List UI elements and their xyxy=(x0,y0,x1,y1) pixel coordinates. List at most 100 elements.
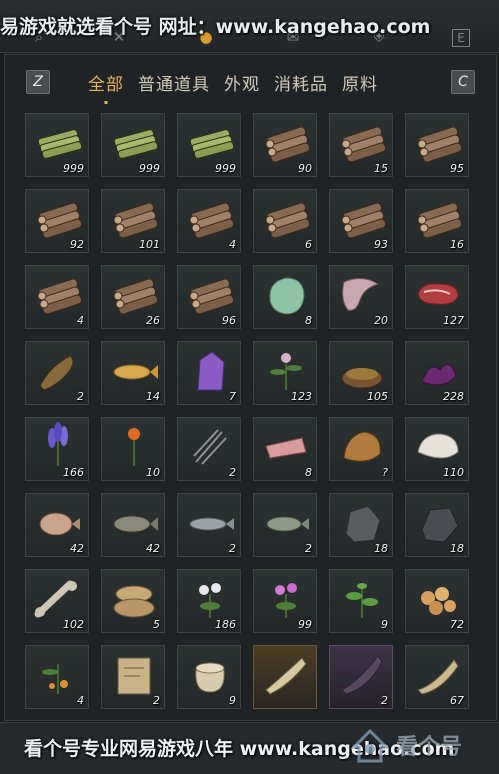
inventory-slot[interactable]: 2 xyxy=(25,341,89,405)
perch-icon xyxy=(266,516,309,532)
pink-flower-icon xyxy=(275,583,297,618)
inventory-slot[interactable]: 228 xyxy=(405,341,469,405)
tab-materials[interactable]: 原料 xyxy=(342,70,378,96)
prev-tab-key[interactable]: Z xyxy=(26,70,50,94)
inventory-slot[interactable]: 16 xyxy=(405,189,469,253)
tab-all[interactable]: 全部 xyxy=(88,70,124,96)
spotted-fish-icon xyxy=(113,515,158,533)
tab-common-items[interactable]: 普通道具 xyxy=(138,70,210,96)
item-quantity: 7 xyxy=(229,390,236,403)
inventory-slot[interactable]: 186 xyxy=(177,569,241,633)
amethyst-crystal-icon xyxy=(197,351,225,391)
item-quantity: 110 xyxy=(443,466,464,479)
inventory-slot[interactable]: 18 xyxy=(405,493,469,557)
inventory-slot[interactable]: 26 xyxy=(101,265,165,329)
inventory-slot[interactable]: 9 xyxy=(177,645,241,709)
inventory-slot[interactable]: 8 xyxy=(253,417,317,481)
lavender-icon xyxy=(48,422,68,466)
item-quantity: 999 xyxy=(63,162,84,175)
bamboo-bundle-icon xyxy=(113,129,159,159)
inventory-slot[interactable]: 67 xyxy=(405,645,469,709)
inventory-slot[interactable]: 72 xyxy=(405,569,469,633)
item-quantity: 9 xyxy=(229,694,236,707)
item-quantity: 228 xyxy=(443,390,464,403)
item-quantity: 166 xyxy=(63,466,84,479)
item-quantity: 5 xyxy=(153,618,160,631)
log-pile-icon xyxy=(189,278,235,315)
inventory-slot[interactable]: 4 xyxy=(177,189,241,253)
item-quantity: 105 xyxy=(367,390,388,403)
item-quantity: 102 xyxy=(63,618,84,631)
purple-petals-icon xyxy=(421,363,457,386)
log-pile-icon xyxy=(37,278,83,315)
inventory-slot[interactable]: 101 xyxy=(101,189,165,253)
inventory-slot[interactable]: 999 xyxy=(177,113,241,177)
inventory-slot[interactable]: 42 xyxy=(25,493,89,557)
inventory-slot[interactable]: 10 xyxy=(101,417,165,481)
inventory-slot[interactable]: 92 xyxy=(25,189,89,253)
item-grid: 999 999 999 90 15 95 92 101 4 6 93 16 4 26 96 8 20 127 2 14… xyxy=(25,113,469,709)
inventory-slot[interactable]: 95 xyxy=(405,113,469,177)
gray-fish-icon xyxy=(189,517,234,531)
inventory-slot[interactable] xyxy=(253,645,317,709)
white-flower-icon xyxy=(199,583,221,618)
item-quantity: 186 xyxy=(215,618,236,631)
inventory-slot[interactable]: 14 xyxy=(101,341,165,405)
item-quantity: 2 xyxy=(381,694,388,707)
item-quantity: 18 xyxy=(374,542,388,555)
inventory-slot[interactable]: 166 xyxy=(25,417,89,481)
herb-flower-icon xyxy=(270,353,302,390)
inventory-slot[interactable]: 42 xyxy=(101,493,165,557)
inventory-slot[interactable]: 2 xyxy=(329,645,393,709)
item-quantity: ? xyxy=(382,466,388,479)
item-quantity: 101 xyxy=(139,238,160,251)
inventory-slot[interactable]: 2 xyxy=(177,417,241,481)
inventory-slot[interactable]: 93 xyxy=(329,189,393,253)
inventory-slot[interactable]: 96 xyxy=(177,265,241,329)
inventory-slot[interactable]: 6 xyxy=(253,189,317,253)
brass-horn-icon xyxy=(417,659,459,695)
inventory-slot[interactable]: 18 xyxy=(329,493,393,557)
tab-appearance[interactable]: 外观 xyxy=(224,70,260,96)
white-fur-icon xyxy=(417,433,459,459)
inventory-slot[interactable]: 9 xyxy=(329,569,393,633)
inventory-slot[interactable]: 999 xyxy=(101,113,165,177)
item-quantity: 96 xyxy=(222,314,236,327)
inventory-slot[interactable]: 15 xyxy=(329,113,393,177)
inventory-slot[interactable]: 127 xyxy=(405,265,469,329)
inventory-slot[interactable]: 2 xyxy=(253,493,317,557)
log-pile-icon xyxy=(341,126,387,163)
item-quantity: 999 xyxy=(215,162,236,175)
bamboo-bundle-icon xyxy=(189,129,235,159)
inventory-slot[interactable]: 123 xyxy=(253,341,317,405)
inventory-slot[interactable]: 5 xyxy=(101,569,165,633)
amber-nuggets-icon xyxy=(421,587,456,615)
inventory-slot[interactable]: 4 xyxy=(25,265,89,329)
inventory-slot[interactable]: 102 xyxy=(25,569,89,633)
inventory-slot[interactable]: 999 xyxy=(25,113,89,177)
bone-icon xyxy=(34,580,77,618)
tab-consumables[interactable]: 消耗品 xyxy=(274,70,328,96)
inventory-slot[interactable]: 90 xyxy=(253,113,317,177)
item-quantity: 2 xyxy=(229,542,236,555)
inventory-slot[interactable]: 7 xyxy=(177,341,241,405)
inventory-slot[interactable]: 20 xyxy=(329,265,393,329)
brown-fur-icon xyxy=(343,431,381,462)
inventory-slot[interactable]: 2 xyxy=(101,645,165,709)
parchment-scroll-icon xyxy=(117,657,151,695)
item-quantity: 15 xyxy=(374,162,388,175)
orange-fruit-plant-icon xyxy=(42,664,68,694)
inventory-slot[interactable]: 4 xyxy=(25,645,89,709)
inventory-slot[interactable]: 99 xyxy=(253,569,317,633)
inventory-slot[interactable]: 105 xyxy=(329,341,393,405)
inventory-slot[interactable]: ? xyxy=(329,417,393,481)
inventory-slot[interactable]: 110 xyxy=(405,417,469,481)
inventory-slot[interactable]: 2 xyxy=(177,493,241,557)
raw-fillet-icon xyxy=(265,437,307,459)
next-tab-key[interactable]: C xyxy=(451,70,475,94)
item-quantity: 90 xyxy=(298,162,312,175)
inventory-slot[interactable]: 8 xyxy=(253,265,317,329)
item-quantity: 92 xyxy=(70,238,84,251)
item-quantity: 9 xyxy=(381,618,388,631)
item-quantity: 4 xyxy=(229,238,236,251)
